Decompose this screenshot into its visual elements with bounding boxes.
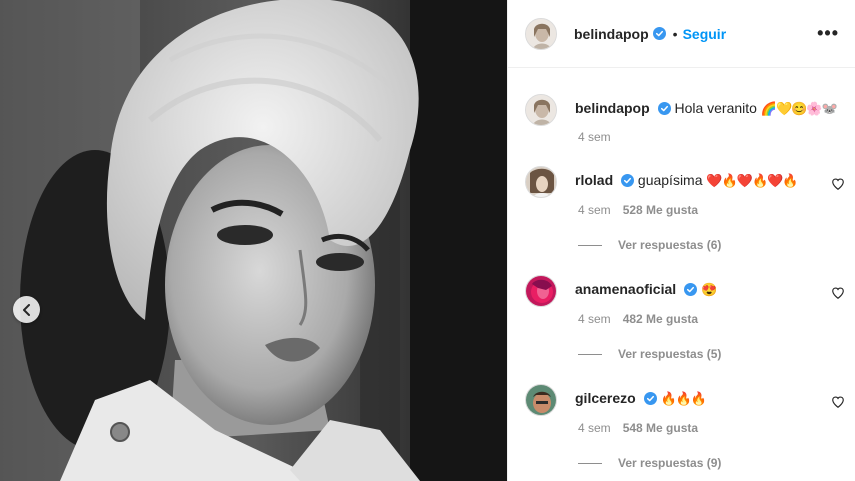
commenter-username[interactable]: gilcerezo: [575, 390, 636, 406]
post-header: belindapop • Seguir •••: [508, 0, 855, 68]
avatar-image: [526, 167, 556, 197]
comment-meta: 4 sem 548 Me gusta: [578, 421, 698, 435]
view-replies-label: Ver respuestas (6): [618, 238, 722, 252]
caption-avatar[interactable]: [525, 94, 557, 126]
caption: belindapop Hola veranito 🌈💛😊🌸🐭 4 sem: [525, 94, 845, 144]
comment-emojis: 🔥🔥🔥: [660, 391, 707, 406]
comment-item: gilcerezo 🔥🔥🔥 4 sem 548 Me gusta Ver resp…: [525, 384, 845, 470]
caption-text: Hola veranito: [674, 100, 757, 116]
comment-emojis: ❤️🔥❤️🔥❤️🔥: [706, 173, 798, 188]
avatar-image: [526, 276, 556, 306]
comment-meta: 4 sem 528 Me gusta: [578, 203, 698, 217]
comment-likes[interactable]: 528 Me gusta: [623, 203, 698, 217]
post-sidebar: belindapop • Seguir ••• belindapop Hola …: [507, 0, 855, 481]
view-replies-label: Ver respuestas (5): [618, 347, 722, 361]
follow-button[interactable]: Seguir: [683, 26, 727, 42]
commenter-avatar[interactable]: [525, 166, 557, 198]
comment-time[interactable]: 4 sem: [578, 203, 611, 217]
replies-divider: [578, 462, 602, 464]
author-username[interactable]: belindapop: [574, 26, 649, 42]
previous-photo-button[interactable]: [13, 296, 40, 323]
verified-badge-icon: [652, 27, 666, 40]
commenter-username[interactable]: anamenaoficial: [575, 281, 676, 297]
commenter-username[interactable]: rlolad: [575, 172, 613, 188]
avatar-image: [526, 18, 556, 49]
view-replies-label: Ver respuestas (9): [618, 456, 722, 470]
comment-likes[interactable]: 548 Me gusta: [623, 421, 698, 435]
comment-text: guapísima: [637, 172, 703, 188]
heart-outline-icon[interactable]: [831, 286, 845, 300]
heart-outline-icon[interactable]: [831, 177, 845, 191]
more-options-button[interactable]: •••: [817, 23, 839, 44]
commenter-avatar[interactable]: [525, 275, 557, 307]
post-photo[interactable]: [0, 0, 507, 481]
comment-likes[interactable]: 482 Me gusta: [623, 312, 698, 326]
avatar-image: [526, 95, 556, 125]
verified-badge-icon: [657, 102, 671, 115]
comment-item: anamenaoficial 😍 4 sem 482 Me gusta Ver r…: [525, 275, 845, 361]
verified-badge-icon: [643, 392, 657, 405]
caption-time[interactable]: 4 sem: [578, 130, 611, 144]
replies-divider: [578, 244, 602, 246]
verified-badge-icon: [684, 283, 698, 296]
view-replies-button[interactable]: Ver respuestas (9): [578, 456, 721, 470]
avatar-image: [526, 385, 556, 415]
view-replies-button[interactable]: Ver respuestas (6): [578, 238, 721, 252]
comment-time[interactable]: 4 sem: [578, 421, 611, 435]
portrait-photo: [0, 0, 507, 481]
chevron-left-icon: [22, 303, 30, 316]
caption-emojis: 🌈💛😊🌸🐭: [760, 101, 838, 116]
commenter-avatar[interactable]: [525, 384, 557, 416]
comment-time[interactable]: 4 sem: [578, 312, 611, 326]
replies-divider: [578, 353, 602, 355]
comment-meta: 4 sem 482 Me gusta: [578, 312, 698, 326]
author-avatar[interactable]: [525, 17, 557, 50]
heart-outline-icon[interactable]: [831, 395, 845, 409]
caption-username[interactable]: belindapop: [575, 100, 650, 116]
verified-badge-icon: [621, 174, 635, 187]
view-replies-button[interactable]: Ver respuestas (5): [578, 347, 721, 361]
comment-item: rlolad guapísima ❤️🔥❤️🔥❤️🔥 4 sem 528 Me g…: [525, 166, 845, 252]
separator-dot: •: [672, 25, 678, 42]
comment-emojis: 😍: [700, 282, 717, 297]
